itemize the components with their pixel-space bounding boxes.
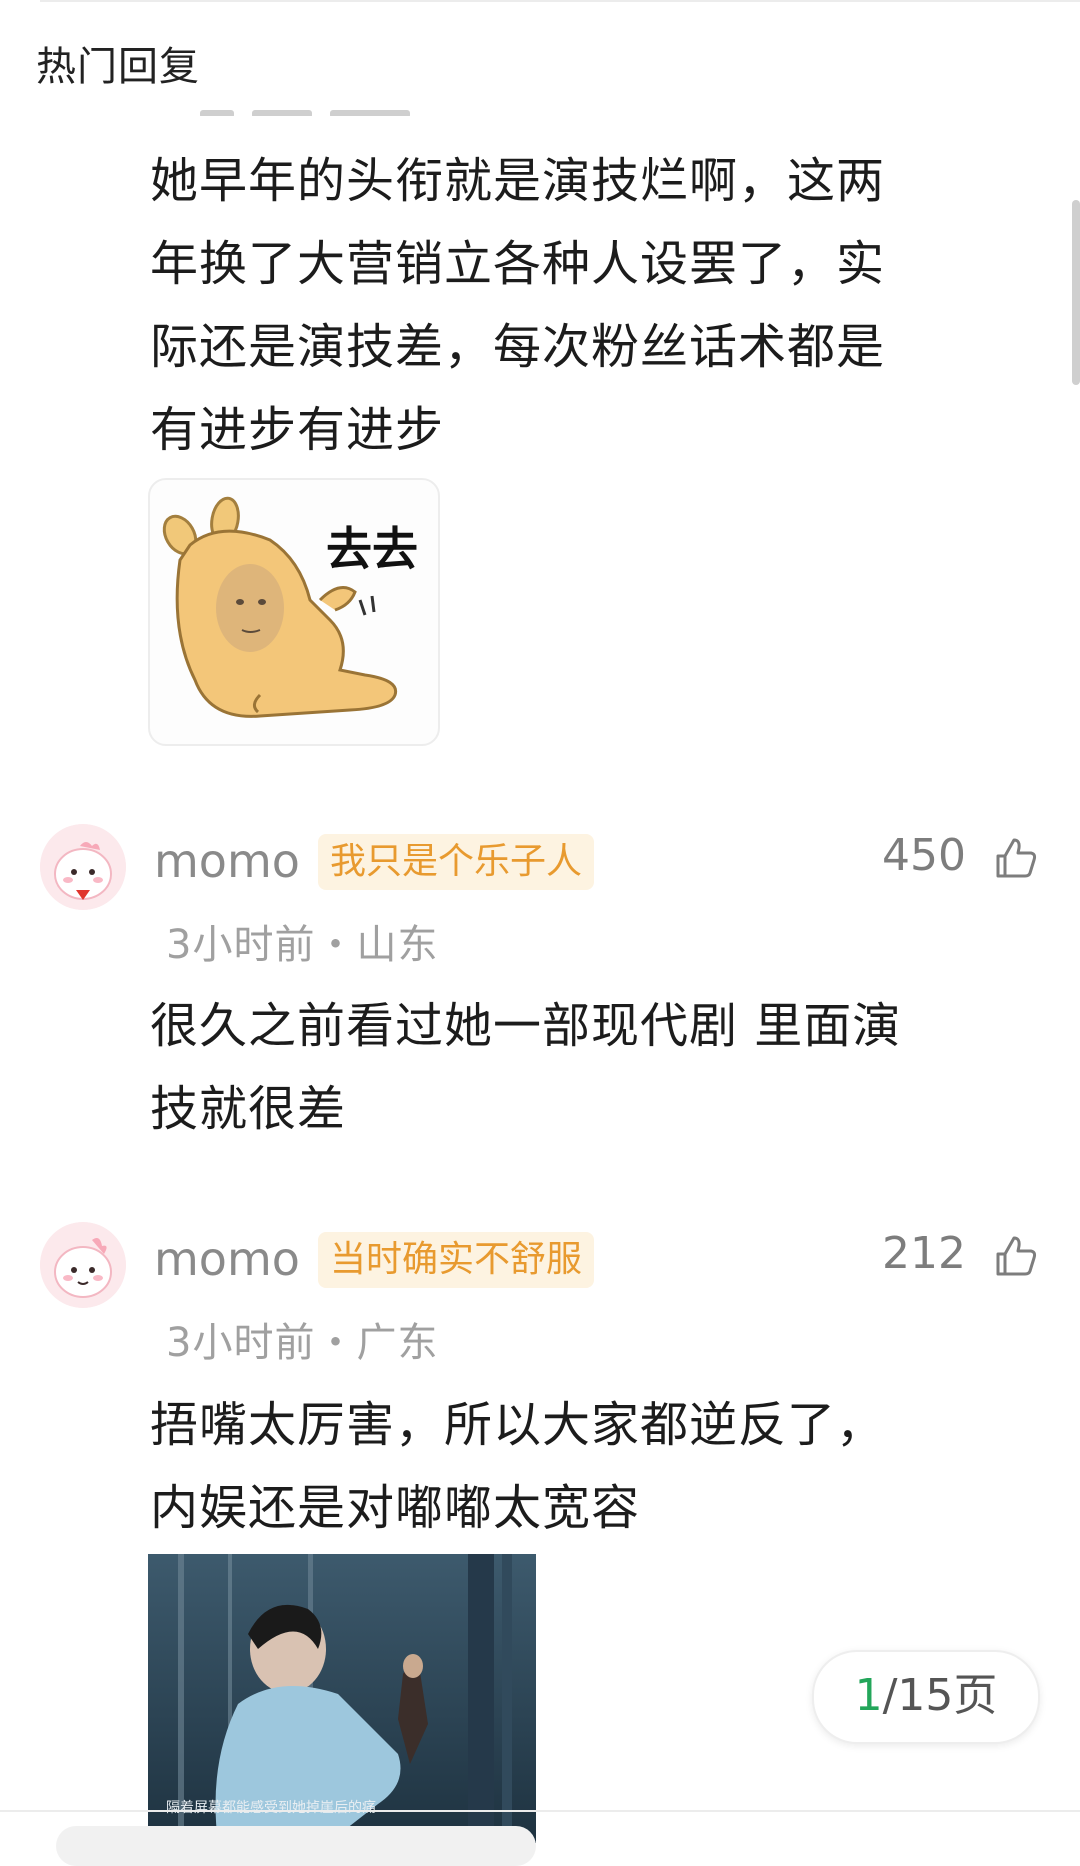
- capybara-sticker-icon: 去去: [162, 496, 418, 718]
- comment-line: 技就很差: [150, 1081, 347, 1137]
- total-pages: /15页: [882, 1670, 998, 1721]
- comment-line: 很久之前看过她一部现代剧 里面演: [150, 998, 902, 1054]
- sticker-image[interactable]: 去去: [148, 478, 440, 746]
- comment-line: 际还是演技差，每次粉丝话术都是: [150, 319, 886, 375]
- current-page: 1: [854, 1670, 883, 1721]
- comment-header: momo 我只是个乐子人 450 3小时前・山东: [40, 824, 1040, 968]
- pink-character-avatar-icon: [40, 1222, 126, 1308]
- comment-line: 内娱还是对嘟嘟太宽容: [150, 1480, 641, 1536]
- scrollbar[interactable]: [1072, 200, 1080, 385]
- username[interactable]: momo: [154, 834, 300, 888]
- comment-line: 她早年的头衔就是演技烂啊，这两: [150, 153, 886, 209]
- truncated-text-above: [200, 96, 480, 116]
- section-title: 热门回复: [36, 44, 200, 90]
- image-caption: 隔着屏幕都能感受到她掉崖后的痛: [166, 1800, 376, 1816]
- like-count: 450: [882, 830, 966, 881]
- comment-body: 很久之前看过她一部现代剧 里面演 技就很差: [150, 985, 1030, 1151]
- top-divider: [40, 0, 1080, 2]
- like-count: 212: [882, 1228, 966, 1279]
- page-indicator[interactable]: 1/15页: [812, 1650, 1040, 1744]
- comment-meta: 3小时前・山东: [166, 922, 439, 968]
- username[interactable]: momo: [154, 1232, 300, 1286]
- thumbs-up-icon[interactable]: [992, 1232, 1040, 1280]
- user-badge: 当时确实不舒服: [318, 1232, 595, 1288]
- thumbs-up-icon[interactable]: [992, 834, 1040, 882]
- comment-image[interactable]: 隔着屏幕都能感受到她掉崖后的痛: [148, 1554, 536, 1843]
- user-badge: 我只是个乐子人: [318, 834, 595, 890]
- comment-line: 年换了大营销立各种人设罢了，实: [150, 236, 886, 292]
- avatar[interactable]: [40, 824, 126, 910]
- comment-body: 捂嘴太厉害，所以大家都逆反了， 内娱还是对嘟嘟太宽容: [150, 1384, 1030, 1550]
- comment-meta: 3小时前・广东: [166, 1320, 439, 1366]
- comment-header: momo 当时确实不舒服 212 3小时前・广东: [40, 1222, 1040, 1366]
- bottom-divider: [0, 1810, 1080, 1812]
- comment-line: 捂嘴太厉害，所以大家都逆反了，: [150, 1397, 886, 1453]
- sticker-text: 去去: [326, 522, 418, 576]
- reply-input-bar[interactable]: [56, 1826, 536, 1866]
- avatar[interactable]: [40, 1222, 126, 1308]
- comment-line: 有进步有进步: [150, 402, 445, 458]
- comment-body: 她早年的头衔就是演技烂啊，这两 年换了大营销立各种人设罢了，实 际还是演技差，每…: [150, 140, 1030, 472]
- pink-character-avatar-icon: [40, 824, 126, 910]
